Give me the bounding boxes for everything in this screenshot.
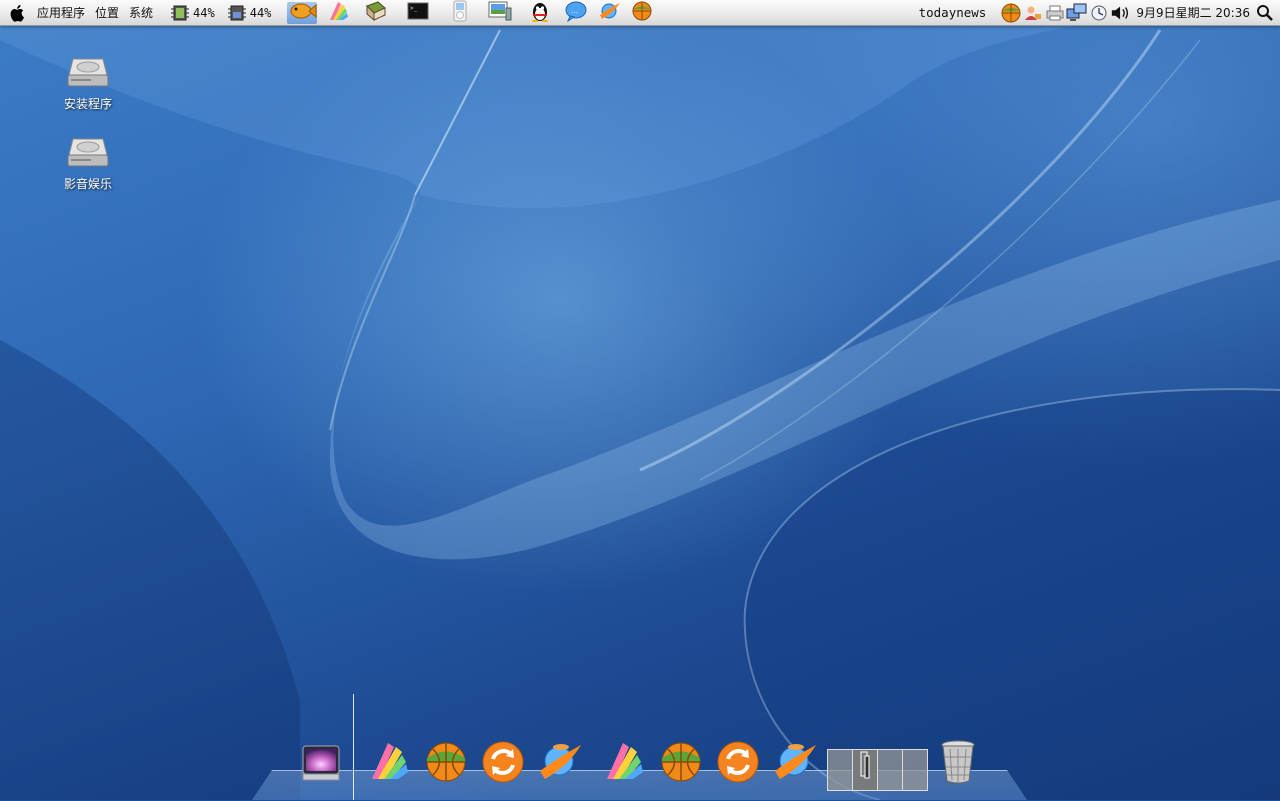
cpu-meter[interactable]: 44% [170,4,215,22]
colorful-pages-icon [366,739,412,788]
basketball-icon [423,739,469,788]
menu-applications[interactable]: 应用程序 [32,4,90,21]
desktop-icon-label: 影音娱乐 [63,177,112,191]
basketball-icon [630,0,654,25]
workspace-4[interactable] [903,750,927,790]
printer-icon[interactable] [1044,2,1066,24]
launcher-qq[interactable] [525,2,555,24]
refresh-icon [480,739,526,788]
volume-icon[interactable] [1110,2,1132,24]
chat-bubble-icon: … [564,0,588,25]
svg-text:…: … [571,7,578,15]
dock-item-basketball[interactable] [423,740,469,786]
dock-item-refresh-2[interactable] [715,740,761,786]
network-icon[interactable] [1066,2,1088,24]
desktop-icon-installer[interactable]: 安装程序 [48,55,128,112]
dock-item-basketball-2[interactable] [658,740,704,786]
cpu-value: 44% [193,5,215,20]
apple-menu-icon[interactable] [8,3,28,23]
desktop-wallpaper [0,0,1280,800]
wine-icon [772,739,818,788]
launcher-basketball[interactable] [627,0,657,25]
workspace-1[interactable] [828,750,853,790]
cpu-chip-icon [170,4,190,22]
ipod-icon [453,0,467,25]
clock[interactable]: 9月9日星期二 20:36 [1136,4,1250,21]
qq-penguin-icon [529,0,551,25]
terminal-icon: >_ [407,2,429,23]
launcher-wine[interactable] [595,2,625,24]
menu-system[interactable]: 系统 [124,4,158,21]
update-clock-icon[interactable] [1088,2,1110,24]
memory-value: 44% [249,5,272,20]
launchpad-icon [299,740,343,787]
desktop-icon-media[interactable]: 影音娱乐 [48,135,128,192]
workspace-switcher[interactable] [827,749,928,791]
launcher-fish[interactable] [287,0,318,25]
dock-item-wine-2[interactable] [772,740,818,786]
dock-item-wine[interactable] [537,740,583,786]
colorful-pages-icon [326,0,350,25]
user-status-icon[interactable] [1022,2,1044,24]
launcher-book[interactable] [361,0,391,25]
dock-item-launchpad[interactable] [298,740,344,786]
image-viewer-icon [487,0,513,25]
hard-drive-icon [65,55,111,91]
wine-icon [537,739,583,788]
memory-meter[interactable]: 44% [227,4,272,22]
dock-item-colorful-pages[interactable] [366,740,412,786]
launcher-colorful-pages[interactable] [323,2,353,24]
book-icon [364,0,388,25]
fish-icon [287,0,317,25]
launcher-image-viewer[interactable] [485,0,515,25]
colorful-pages-icon [601,739,647,788]
dock-item-trash[interactable] [935,740,981,786]
tray-basketball-icon[interactable] [1000,2,1022,24]
wine-icon [598,0,622,25]
desktop-icon-label: 安装程序 [63,97,112,111]
memory-chip-icon [227,4,247,22]
dock-item-refresh[interactable] [480,740,526,786]
search-icon[interactable] [1254,2,1276,24]
launcher-terminal[interactable]: >_ [403,2,433,24]
menu-places[interactable]: 位置 [90,4,124,21]
dock-item-colorful-pages-2[interactable] [601,740,647,786]
hard-drive-icon [65,135,111,171]
launcher-ipod[interactable] [445,0,475,25]
todaynews-applet[interactable]: todaynews [919,5,987,20]
basketball-icon [658,739,704,788]
launcher-chat[interactable]: … [561,0,591,25]
refresh-icon [715,739,761,788]
workspace-3[interactable] [878,750,903,790]
svg-text:>_: >_ [410,5,418,12]
top-panel: 应用程序 位置 系统 44% 44% >_ … todaynews 9月9日星期… [0,0,1280,26]
dock-separator [353,694,354,800]
trash-icon [938,739,978,788]
workspace-2[interactable] [853,750,878,790]
